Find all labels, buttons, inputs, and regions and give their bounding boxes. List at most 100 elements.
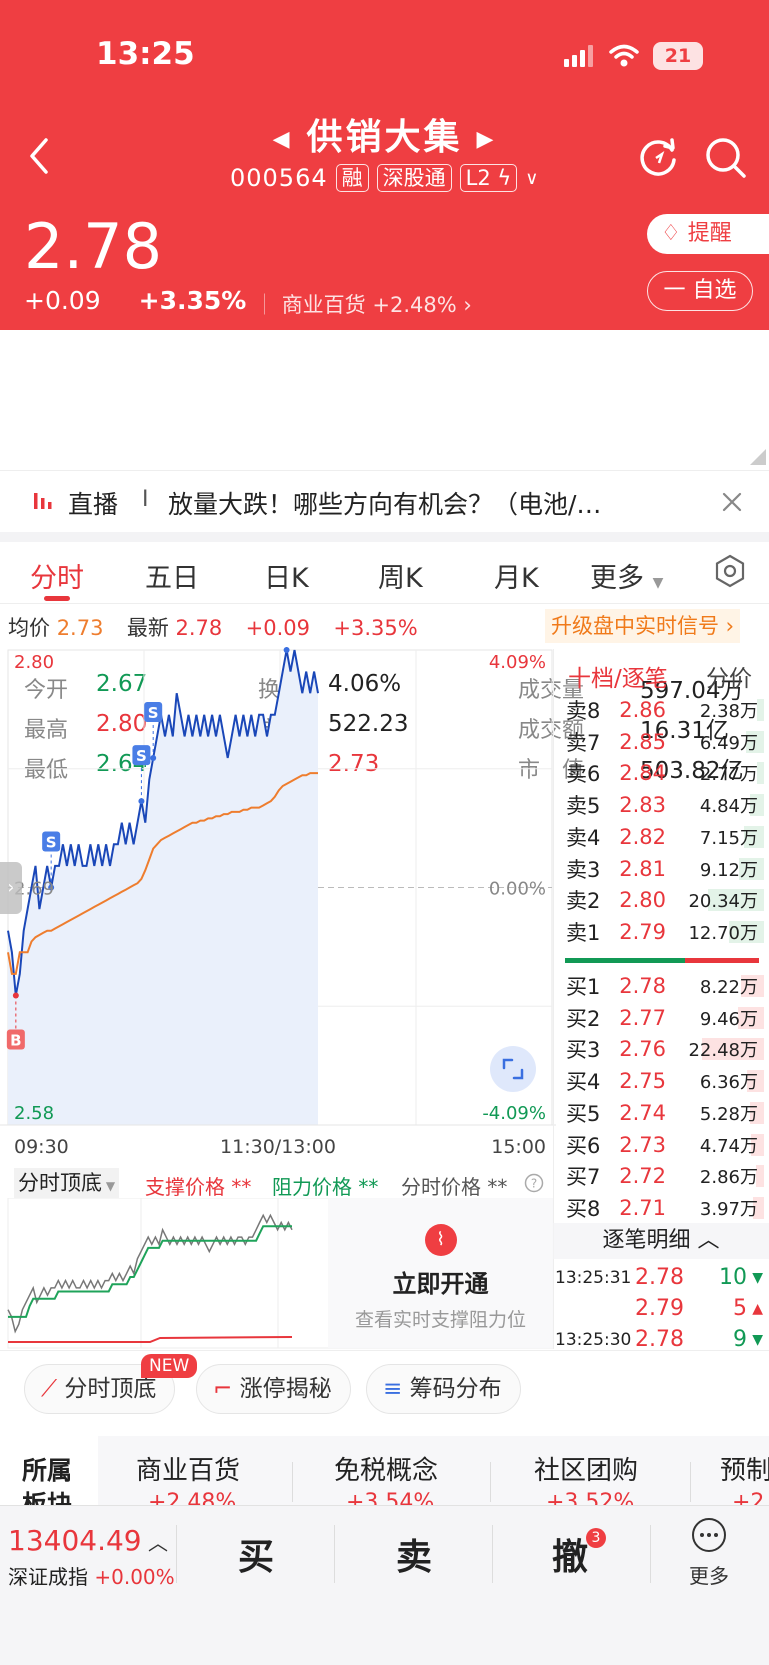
tick-volume: 10 <box>719 1265 747 1290</box>
index-widget[interactable]: 13404.49 ︿ 深证成指 +0.00% <box>8 1524 175 1590</box>
info-chg: +0.09 <box>245 616 311 640</box>
cancel-badge: 3 <box>586 1528 606 1548</box>
buy-button[interactable]: 买 <box>238 1528 274 1580</box>
more-dots-icon <box>692 1518 726 1552</box>
sector-tab[interactable]: 商业百货 <box>136 1450 240 1487</box>
order-book-row[interactable]: 买5 2.74 5.28万 <box>566 1098 764 1128</box>
activate-cta[interactable]: ⌇ 立即开通 查看实时支撑阻力位 <box>328 1198 553 1348</box>
refresh-icon[interactable] <box>638 136 680 178</box>
sector-link[interactable]: ｜ 商业百货 +2.48% › <box>254 289 472 319</box>
order-book-row[interactable]: 买2 2.77 9.46万 <box>566 1003 764 1033</box>
order-level-label: 卖7 <box>566 730 601 755</box>
search-icon[interactable] <box>704 136 748 180</box>
intraday-chart[interactable]: BSSSS2.802.692.584.09%0.00%-4.09%09:3011… <box>0 645 556 1165</box>
order-book-price-tab[interactable]: 分价 <box>706 659 752 693</box>
pill-limit-up[interactable]: ⌐ 涨停揭秘 <box>196 1364 351 1414</box>
order-book-title[interactable]: 十档/逐笔 <box>568 659 668 693</box>
order-volume: 3.97万 <box>699 1198 758 1220</box>
settings-hexagon-icon[interactable] <box>714 554 746 588</box>
more-button[interactable]: 更多 <box>682 1516 736 1589</box>
sector-separator <box>292 1462 293 1502</box>
order-book-row[interactable]: 买6 2.73 4.74万 <box>566 1130 764 1160</box>
order-level-label: 买4 <box>566 1070 601 1095</box>
sector-separator <box>490 1462 491 1502</box>
sell-button[interactable]: 卖 <box>396 1528 432 1580</box>
remind-button[interactable]: ♢ 提醒 <box>647 214 769 254</box>
order-book-row[interactable]: 卖4 2.82 7.15万 <box>566 822 764 852</box>
caret-down-icon: ▼ <box>102 1179 116 1193</box>
tab-more[interactable]: 更多 ▼ <box>590 556 663 595</box>
tick-volume: 5 <box>733 1296 747 1321</box>
order-volume: 8.22万 <box>699 977 758 998</box>
close-icon[interactable] <box>721 491 743 513</box>
tab-intraday[interactable]: 分时 <box>30 556 84 595</box>
upgrade-signal-link[interactable]: 升级盘中实时信号 › <box>545 609 741 643</box>
prev-stock-icon[interactable]: ◀ <box>273 127 293 152</box>
order-book-row[interactable]: 买8 2.71 3.97万 <box>566 1193 764 1223</box>
marker-label: S <box>136 747 147 765</box>
chevron-down-icon[interactable]: ∨ <box>525 168 538 189</box>
tick-row: 2.79 5 ▲ <box>553 1295 767 1325</box>
sub-chart-selector[interactable]: 分时顶底 ▼ <box>14 1168 120 1198</box>
tick-time: 13:25:31 <box>555 1268 632 1288</box>
expand-corner-icon[interactable] <box>750 449 766 465</box>
price-change: +0.09 <box>24 286 101 315</box>
order-book-row[interactable]: 买3 2.76 22.48万 <box>566 1034 764 1064</box>
order-book-row[interactable]: 卖2 2.80 20.34万 <box>566 885 764 915</box>
tab-five-day[interactable]: 五日 <box>145 556 199 595</box>
stock-name: 供销大集 <box>306 117 463 158</box>
activate-subtitle: 查看实时支撑阻力位 <box>354 1309 526 1331</box>
order-book-row[interactable]: 买1 2.78 8.22万 <box>566 971 764 1001</box>
order-book-row[interactable]: 买4 2.75 6.36万 <box>566 1066 764 1096</box>
pill-chip-distribution[interactable]: ≡ 筹码分布 <box>366 1364 521 1414</box>
order-book-row[interactable]: 卖7 2.85 6.49万 <box>566 727 764 757</box>
order-level-label: 卖4 <box>566 825 601 850</box>
help-icon[interactable]: ? <box>524 1173 544 1193</box>
marker-dot <box>138 798 145 805</box>
chevron-up-icon: ︿ <box>141 1531 168 1555</box>
tick-detail-header[interactable]: 逐笔明细 ︿ <box>553 1223 769 1259</box>
order-volume: 12.70万 <box>688 922 758 944</box>
order-book-row[interactable]: 卖6 2.84 2.77万 <box>566 758 764 788</box>
order-price: 2.80 <box>619 888 666 913</box>
order-book-divider-red <box>685 958 759 963</box>
sector-pct: +2.48% <box>372 293 457 317</box>
order-book-row[interactable]: 买7 2.72 2.86万 <box>566 1161 764 1191</box>
tab-daily-k[interactable]: 日K <box>264 556 309 595</box>
cancel-order-button[interactable]: 撤 <box>552 1528 588 1580</box>
order-book-row[interactable]: 卖5 2.83 4.84万 <box>566 790 764 820</box>
y-axis-left-label: 2.80 <box>14 652 54 673</box>
order-book-row[interactable]: 卖3 2.81 9.12万 <box>566 854 764 884</box>
sector-tab[interactable]: 社区团购 <box>534 1450 638 1487</box>
x-axis-label: 15:00 <box>491 1136 546 1158</box>
next-stock-icon[interactable]: ▶ <box>477 127 497 152</box>
more-label: 更多 <box>689 1564 729 1588</box>
order-price: 2.81 <box>619 856 666 881</box>
live-banner[interactable]: 直播 I 放量大跌！哪些方向有机会？（电池/… <box>0 470 769 532</box>
minute-price-label: 分时价格 ** <box>401 1175 508 1199</box>
tick-time: 13:25:30 <box>555 1330 632 1350</box>
order-book-row[interactable]: 卖1 2.79 12.70万 <box>566 917 764 947</box>
wifi-icon <box>609 44 639 67</box>
order-level-label: 买2 <box>566 1006 601 1031</box>
activate-title: 立即开通 <box>392 1270 489 1298</box>
add-watchlist-button[interactable]: 一 自选 <box>647 271 753 311</box>
live-text: 放量大跌！哪些方向有机会？（电池/… <box>168 490 602 519</box>
sector-pct: +2 <box>732 1490 765 1505</box>
bar-separator <box>334 1525 335 1583</box>
tab-monthly-k[interactable]: 月K <box>494 556 539 595</box>
tick-row: 13:25:30 2.78 9 ▼ <box>553 1326 767 1356</box>
order-book-row[interactable]: 卖8 2.86 2.38万 <box>566 695 764 725</box>
order-price: 2.73 <box>619 1132 666 1157</box>
tab-weekly-k[interactable]: 周K <box>378 556 423 595</box>
side-drawer-handle[interactable]: › <box>0 862 22 914</box>
sector-tab[interactable]: 免税概念 <box>334 1450 438 1487</box>
section-divider <box>0 532 769 542</box>
limit-up-icon: ⌐ <box>213 1376 233 1402</box>
fullscreen-button[interactable] <box>490 1046 536 1092</box>
y-axis-right-label: 4.09% <box>489 652 546 673</box>
level2-tag[interactable]: L2 ϟ <box>459 164 518 192</box>
order-volume: 4.74万 <box>699 1135 758 1157</box>
sector-tab[interactable]: 预制 <box>720 1450 769 1487</box>
resistance-price-label: 阻力价格 ** <box>272 1175 379 1199</box>
